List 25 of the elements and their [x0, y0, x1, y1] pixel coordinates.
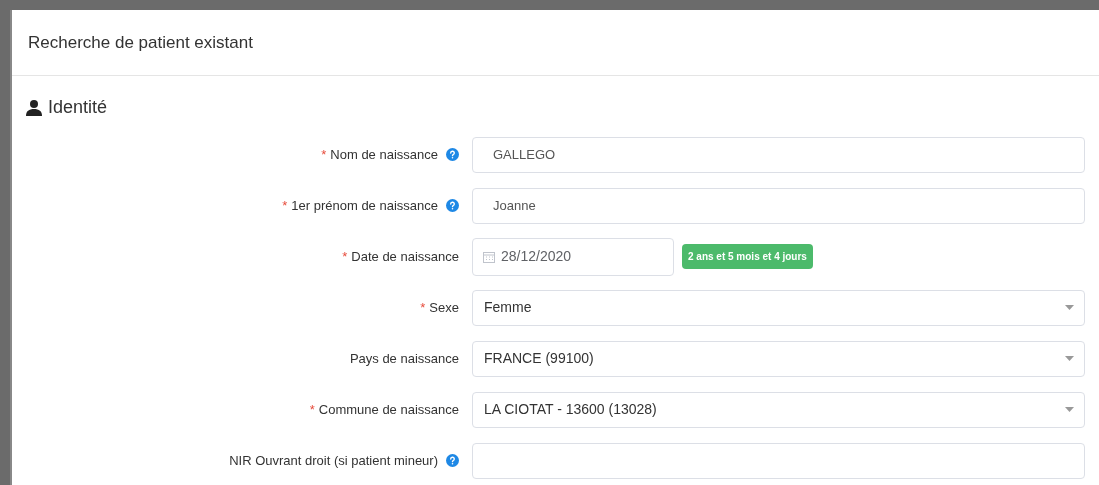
field-label: NIR Ouvrant droit (si patient mineur) [229, 451, 438, 470]
caret-icon [1065, 356, 1074, 361]
caret-icon [1065, 407, 1074, 412]
field-label: * Nom de naissance [321, 145, 438, 164]
field-label: * Date de naissance [342, 247, 459, 266]
user-icon [26, 99, 42, 116]
select-field[interactable]: Femme [472, 289, 1085, 326]
help-icon[interactable] [446, 148, 459, 161]
field-label: Pays de naissance [349, 349, 459, 368]
text-field[interactable]: Joanne [472, 187, 1085, 224]
calendar-icon [483, 250, 495, 263]
field-label: * 1er prénom de naissance [282, 196, 438, 215]
help-icon[interactable] [446, 199, 459, 212]
section-title: Identité [48, 96, 108, 119]
text-field[interactable] [472, 442, 1085, 479]
field-label: * Sexe [420, 298, 459, 317]
field-label: * Commune de naissance [309, 400, 459, 419]
select-field[interactable]: FRANCE (99100) [472, 340, 1085, 377]
select-field[interactable]: LA CIOTAT - 13600 (13028) [472, 391, 1085, 428]
date-field[interactable]: 28/12/2020 [472, 237, 674, 276]
help-icon[interactable] [446, 454, 459, 467]
caret-icon [1065, 305, 1074, 310]
modal-title: Recherche de patient existant [28, 31, 253, 54]
text-field[interactable]: GALLEGO [472, 136, 1085, 173]
age-badge: 2 ans et 5 mois et 4 jours [682, 244, 813, 269]
